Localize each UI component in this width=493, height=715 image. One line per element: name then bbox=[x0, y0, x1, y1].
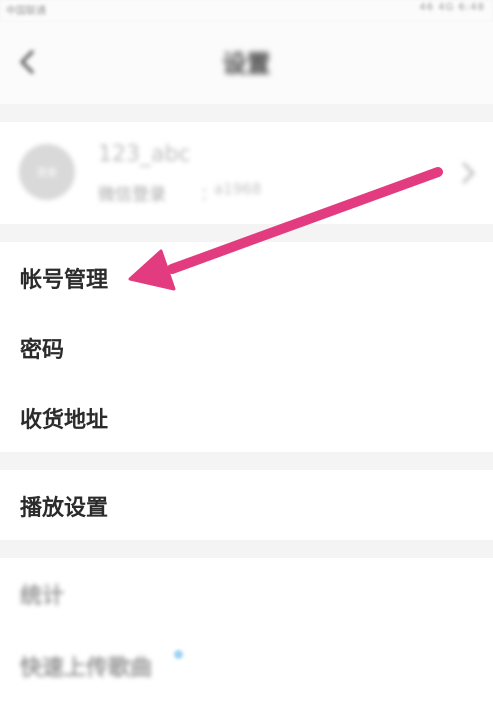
row-label: 帐号管理 bbox=[20, 268, 109, 293]
settings-group-playback: 播放设置 bbox=[0, 470, 493, 540]
status-bar: 中国联通 46 4G 6:48 bbox=[0, 0, 493, 22]
chevron-right-icon bbox=[462, 162, 475, 184]
page-title: 设置 bbox=[222, 50, 271, 78]
row-label: 统计 bbox=[20, 584, 65, 609]
row-shipping-address[interactable]: 收货地址 bbox=[0, 382, 493, 452]
row-playback-settings[interactable]: 播放设置 bbox=[0, 470, 493, 540]
login-id: a1968 bbox=[214, 180, 262, 198]
settings-group-account: 帐号管理 密码 收货地址 bbox=[0, 242, 493, 452]
carrier-text: 中国联通 bbox=[6, 6, 46, 17]
new-badge-dot bbox=[174, 650, 183, 659]
profile-card[interactable]: 登录 123_abc 微信登录 ： a1968 bbox=[0, 122, 493, 224]
row-label: 密码 bbox=[20, 338, 65, 363]
avatar-label: 登录 bbox=[37, 168, 57, 179]
status-icons-text: 46 4G 6:48 bbox=[419, 2, 485, 13]
row-quick-upload[interactable]: 快速上传歌曲 bbox=[0, 630, 493, 700]
avatar: 登录 bbox=[19, 144, 75, 200]
row-label: 收货地址 bbox=[20, 408, 109, 433]
nav-bar: 设置 bbox=[0, 22, 493, 104]
row-label: 快速上传歌曲 bbox=[20, 656, 153, 681]
username: 123_abc bbox=[98, 142, 191, 167]
row-label: 播放设置 bbox=[20, 496, 109, 521]
settings-screen: 中国联通 46 4G 6:48 设置 登录 123_abc 微信登录 ： a19… bbox=[0, 0, 493, 715]
row-statistics[interactable]: 统计 bbox=[0, 558, 493, 628]
profile-content: 登录 123_abc 微信登录 ： a1968 bbox=[0, 122, 493, 224]
login-type: 微信登录 bbox=[98, 185, 166, 205]
row-password[interactable]: 密码 bbox=[0, 312, 493, 382]
row-account-management[interactable]: 帐号管理 bbox=[0, 242, 493, 312]
settings-group-misc: 统计 快速上传歌曲 bbox=[0, 558, 493, 715]
